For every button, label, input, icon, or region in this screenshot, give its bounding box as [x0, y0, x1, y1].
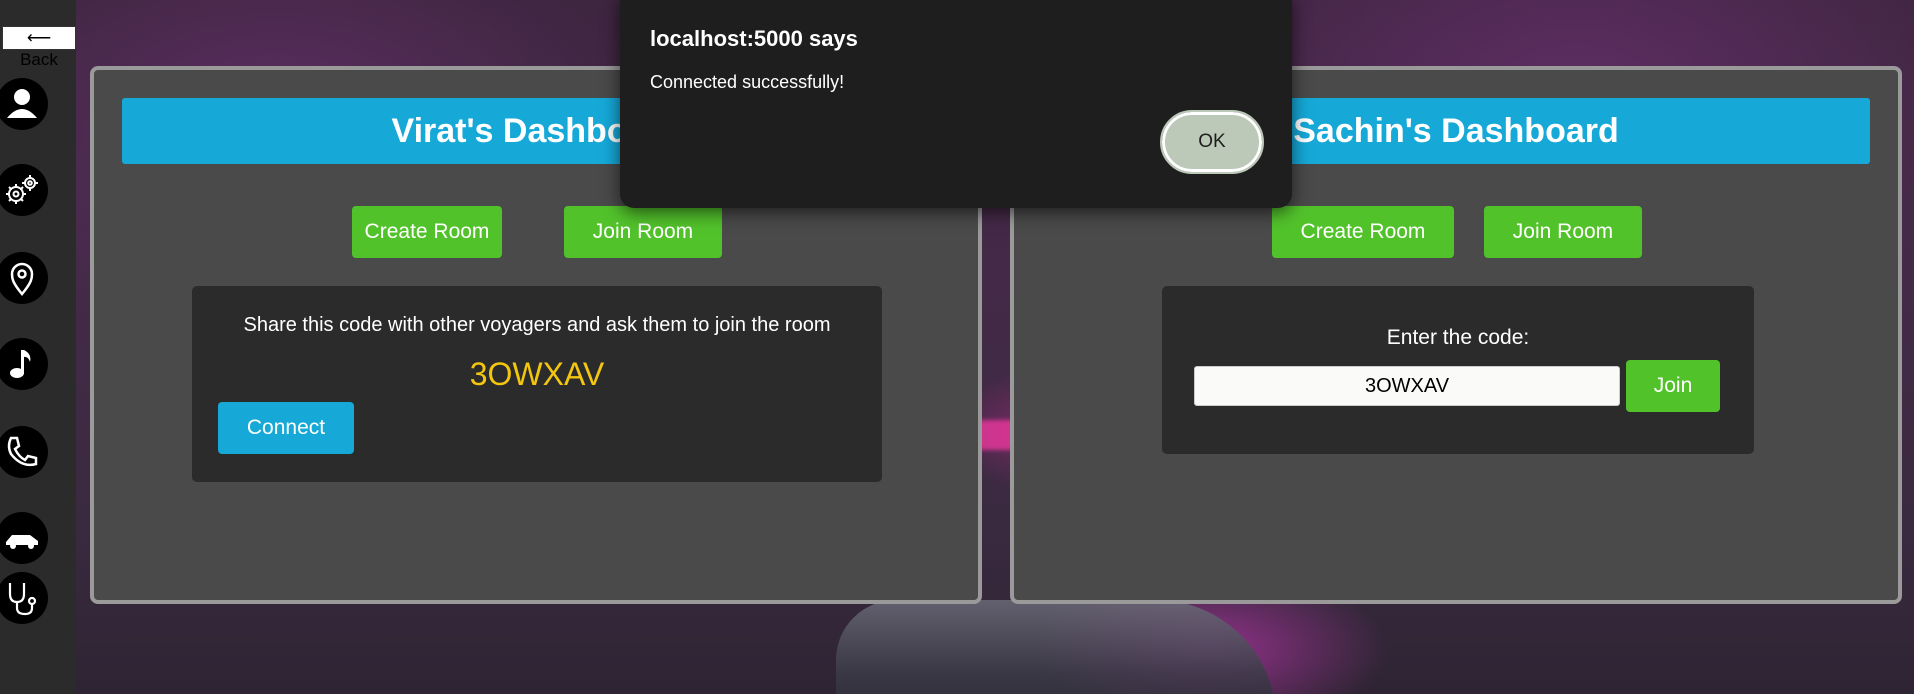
- enter-code-label: Enter the code:: [1386, 326, 1530, 349]
- code-input[interactable]: [1194, 366, 1620, 406]
- alert-dialog: localhost:5000 says Connected successful…: [620, 0, 1292, 208]
- create-room-button[interactable]: Create Room: [352, 206, 502, 258]
- join-room-button[interactable]: Join Room: [1484, 206, 1642, 258]
- car-icon[interactable]: [0, 512, 48, 564]
- share-code-box: Share this code with other voyagers and …: [192, 286, 882, 482]
- phone-icon[interactable]: [0, 426, 48, 478]
- connect-button[interactable]: Connect: [218, 402, 354, 454]
- background-car: [836, 600, 1276, 694]
- location-pin-icon[interactable]: [0, 252, 48, 304]
- enter-code-box: Enter the code: Join: [1162, 286, 1754, 454]
- join-button[interactable]: Join: [1626, 360, 1720, 412]
- sidebar: ⟵ Back: [0, 0, 76, 694]
- create-room-button[interactable]: Create Room: [1272, 206, 1454, 258]
- dialog-title: localhost:5000 says: [650, 26, 858, 51]
- room-code: 3OWXAV: [469, 356, 605, 392]
- dialog-message: Connected successfully!: [650, 72, 845, 92]
- music-note-icon[interactable]: [0, 338, 48, 390]
- gears-icon[interactable]: [0, 164, 48, 216]
- ok-button[interactable]: OK: [1160, 110, 1264, 174]
- stethoscope-icon[interactable]: [0, 572, 48, 624]
- user-icon[interactable]: [0, 78, 48, 130]
- join-room-button[interactable]: Join Room: [564, 206, 722, 258]
- share-instructions: Share this code with other voyagers and …: [243, 314, 831, 336]
- back-button[interactable]: ⟵ Back: [2, 26, 76, 69]
